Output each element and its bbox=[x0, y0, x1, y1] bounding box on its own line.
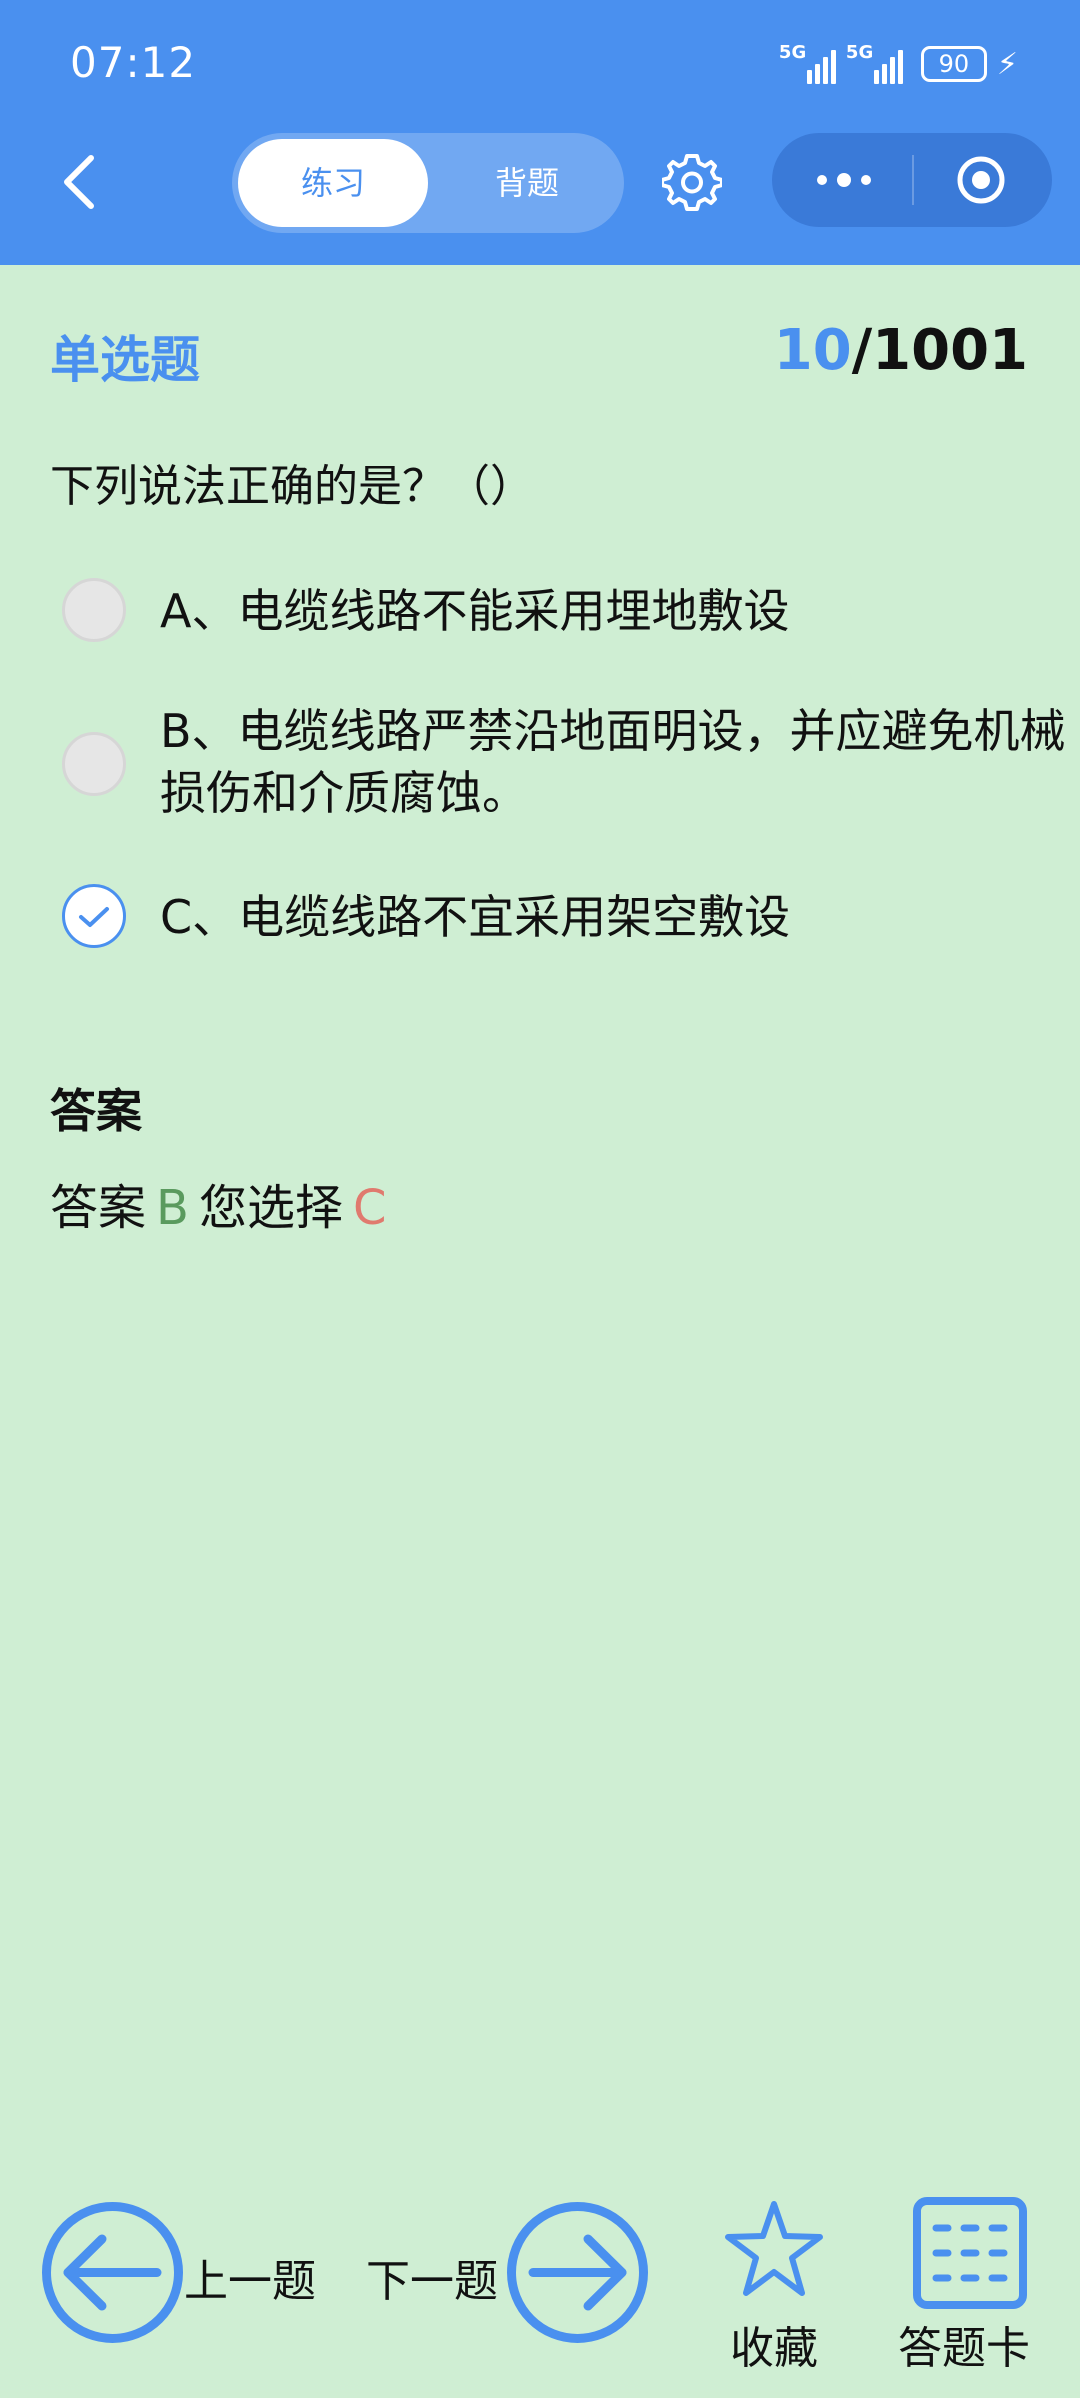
chosen-answer: C bbox=[352, 1180, 387, 1236]
option-text: B、电缆线路严禁沿地面明设，并应避免机械损伤和介质腐蚀。 bbox=[160, 704, 1066, 820]
answer-line: 答案 B 您选择 C bbox=[50, 1168, 386, 1238]
option-a[interactable]: A、电缆线路不能采用埋地敷设 bbox=[62, 578, 1042, 648]
question-type: 单选题 bbox=[50, 331, 200, 389]
check-icon bbox=[79, 907, 109, 927]
chosen-label: 您选择 bbox=[198, 1180, 343, 1236]
answer-title: 答案 bbox=[50, 1084, 142, 1138]
question-counter: 10/1001 bbox=[774, 318, 1028, 383]
status-time: 07:12 bbox=[70, 38, 197, 87]
option-b[interactable]: B、电缆线路严禁沿地面明设，并应避免机械损伤和介质腐蚀。 bbox=[62, 700, 1066, 830]
target-icon[interactable] bbox=[956, 155, 1006, 205]
app-header: 07:12 5G 5G 90 ⚡ 练习 背题 bbox=[0, 0, 1080, 265]
arrow-right-icon[interactable] bbox=[505, 2200, 650, 2345]
correct-answer: B bbox=[156, 1180, 189, 1236]
option-text: C、电缆线路不宜采用架空敷设 bbox=[160, 890, 791, 944]
back-icon[interactable] bbox=[55, 150, 105, 214]
answer-card-icon[interactable] bbox=[912, 2196, 1028, 2310]
total-questions: /1001 bbox=[851, 318, 1028, 383]
next-button[interactable]: 下一题 bbox=[366, 2245, 498, 2309]
network-label: 5G bbox=[778, 42, 807, 63]
gear-icon[interactable] bbox=[662, 152, 722, 212]
favorite-button[interactable]: 收藏 bbox=[730, 2312, 818, 2376]
option-c[interactable]: C、电缆线路不宜采用架空敷设 bbox=[62, 884, 1042, 954]
tab-practice[interactable]: 练习 bbox=[238, 139, 428, 227]
radio-button[interactable] bbox=[62, 578, 126, 642]
charging-icon: ⚡ bbox=[996, 46, 1018, 82]
tab-memorize[interactable]: 背题 bbox=[437, 139, 617, 227]
radio-button[interactable] bbox=[62, 732, 126, 796]
radio-button-checked[interactable] bbox=[62, 884, 126, 948]
current-question-number: 10 bbox=[773, 318, 852, 383]
star-icon[interactable] bbox=[722, 2198, 826, 2302]
signal-icon: 5G bbox=[778, 42, 836, 84]
prev-button[interactable]: 上一题 bbox=[184, 2245, 316, 2309]
mini-program-capsule bbox=[772, 133, 1052, 227]
answer-card-button[interactable]: 答题卡 bbox=[898, 2312, 1030, 2376]
mode-switch: 练习 背题 bbox=[232, 133, 624, 233]
arrow-left-icon[interactable] bbox=[40, 2200, 185, 2345]
status-indicators: 5G 5G 90 ⚡ bbox=[779, 40, 1018, 88]
network-label: 5G bbox=[845, 42, 874, 63]
capsule-divider bbox=[912, 155, 914, 205]
signal-icon: 5G bbox=[845, 42, 903, 84]
battery-icon: 90 bbox=[920, 46, 987, 82]
option-text: A、电缆线路不能采用埋地敷设 bbox=[160, 584, 790, 638]
question-text: 下列说法正确的是？（） bbox=[50, 461, 534, 512]
answer-label: 答案 bbox=[50, 1180, 147, 1236]
more-icon[interactable] bbox=[814, 168, 874, 192]
